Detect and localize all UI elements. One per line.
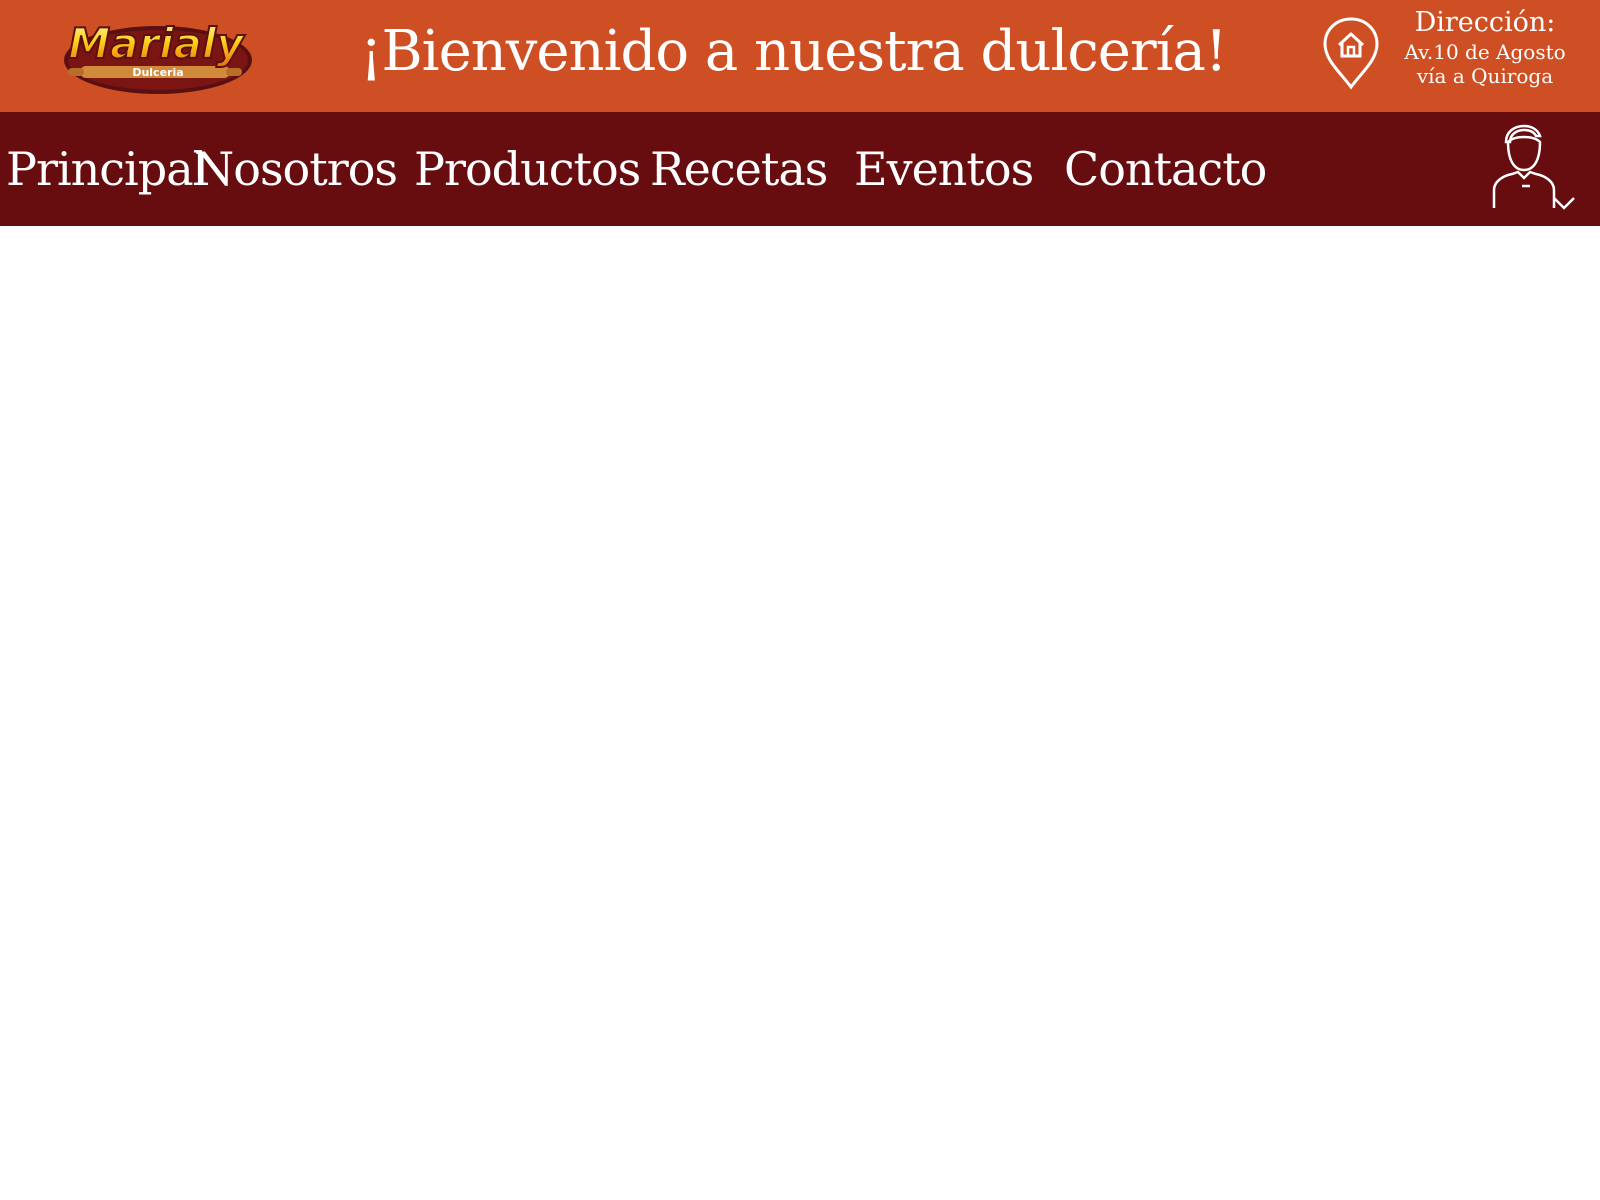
logo-tagline-text: Dulceria xyxy=(132,66,183,79)
brand-logo[interactable]: Marialy Dulceria xyxy=(62,16,254,96)
address-line-2: vía a Quiroga xyxy=(1416,64,1554,88)
nav-item-recetas[interactable]: Recetas xyxy=(650,134,828,204)
user-menu-button[interactable] xyxy=(1488,120,1588,220)
address-line-1: Av.10 de Agosto xyxy=(1404,40,1566,64)
store-address: Dirección: Av.10 de Agosto vía a Quiroga xyxy=(1380,6,1590,88)
nav-item-principal[interactable]: Principal xyxy=(6,134,207,204)
nav-item-nosotros[interactable]: Nosotros xyxy=(194,134,398,204)
main-navigation: Principal Nosotros Productos Recetas Eve… xyxy=(0,112,1600,226)
user-avatar-icon xyxy=(1492,124,1575,210)
top-header: Marialy Dulceria ¡Bienvenido a nuestra d… xyxy=(0,0,1600,112)
logo-graphic: Marialy Dulceria xyxy=(64,18,252,94)
home-location-pin-icon xyxy=(1320,16,1382,90)
nav-item-productos[interactable]: Productos xyxy=(414,134,641,204)
chevron-down-icon xyxy=(1553,197,1575,210)
address-title: Dirección: xyxy=(1414,7,1556,38)
nav-item-contacto[interactable]: Contacto xyxy=(1064,134,1267,204)
logo-brand-text: Marialy xyxy=(68,19,245,68)
welcome-title: ¡Bienvenido a nuestra dulcería! xyxy=(360,19,1227,84)
nav-item-eventos[interactable]: Eventos xyxy=(854,134,1034,204)
main-content-area xyxy=(0,226,1600,1200)
